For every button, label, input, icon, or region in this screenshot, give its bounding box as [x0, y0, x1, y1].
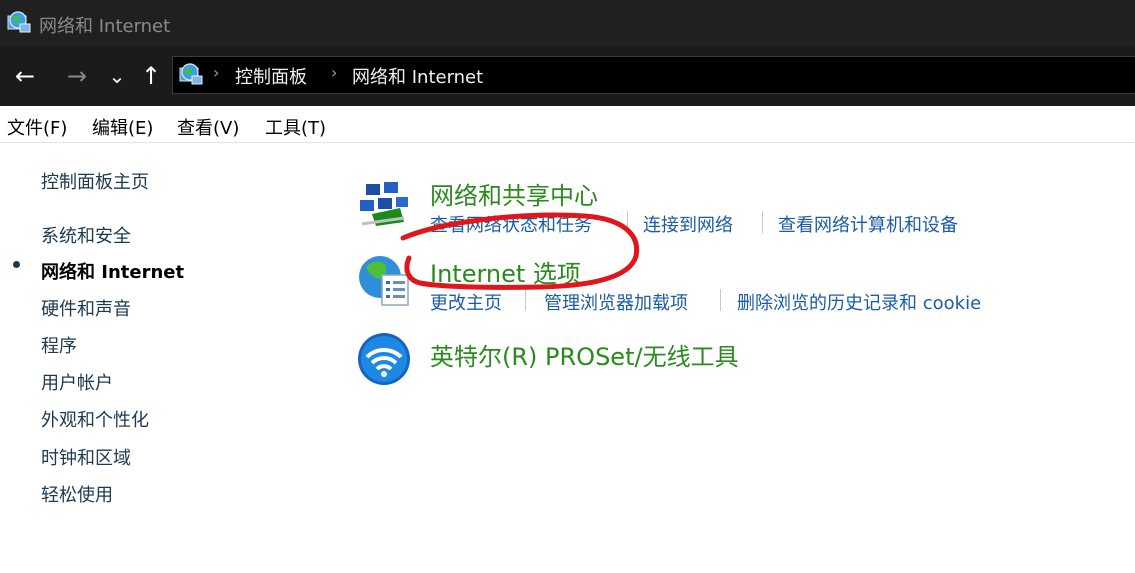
category-links-internet-options: 更改主页 管理浏览器加载项 删除浏览的历史记录和 cookie	[430, 289, 1130, 315]
active-bullet-icon	[13, 261, 20, 268]
breadcrumb-control-panel[interactable]: 控制面板	[235, 63, 307, 89]
sidebar-item-system-security[interactable]: 系统和安全	[41, 222, 131, 248]
sidebar-item-clock-region[interactable]: 时钟和区域	[41, 444, 131, 470]
window-title: 网络和 Internet	[39, 16, 171, 37]
link-divider	[720, 289, 721, 311]
breadcrumb-network-internet[interactable]: 网络和 Internet	[352, 63, 483, 89]
link-delete-browsing-history[interactable]: 删除浏览的历史记录和 cookie	[737, 289, 981, 315]
category-links-network-sharing: 查看网络状态和任务 连接到网络 查看网络计算机和设备	[430, 211, 1130, 237]
sidebar-item-control-panel-home[interactable]: 控制面板主页	[41, 168, 149, 194]
link-view-network-computers[interactable]: 查看网络计算机和设备	[778, 211, 958, 237]
link-divider	[627, 211, 628, 233]
back-arrow-icon[interactable]: ←	[10, 61, 40, 91]
menu-view[interactable]: 查看(V)	[177, 114, 239, 140]
address-bar[interactable]: › 控制面板 › 网络和 Internet	[172, 56, 1135, 94]
sidebar-item-programs[interactable]: 程序	[41, 332, 77, 358]
category-title-network-sharing[interactable]: 网络和共享中心	[430, 176, 598, 211]
link-divider	[762, 211, 763, 233]
title-bar: 网络和 Internet	[0, 0, 1135, 47]
link-manage-addons[interactable]: 管理浏览器加载项	[544, 289, 688, 315]
forward-arrow-icon[interactable]: →	[62, 61, 92, 91]
breadcrumb-separator-icon[interactable]: ›	[331, 63, 337, 82]
sidebar-item-appearance[interactable]: 外观和个性化	[41, 406, 149, 432]
menu-tools[interactable]: 工具(T)	[265, 114, 326, 140]
sidebar-item-hardware-sound[interactable]: 硬件和声音	[41, 295, 131, 321]
up-arrow-icon[interactable]: ↑	[136, 61, 166, 91]
main-content: 网络和共享中心 查看网络状态和任务 连接到网络 查看网络计算机和设备 Inter…	[340, 142, 1135, 573]
navigation-bar: ← → ⌄ ↑ › 控制面板 › 网络和 Internet	[0, 47, 1135, 106]
menu-edit[interactable]: 编辑(E)	[92, 114, 153, 140]
menu-file[interactable]: 文件(F)	[7, 114, 67, 140]
sidebar-item-network-internet[interactable]: 网络和 Internet	[41, 258, 184, 284]
category-title-intel-proset[interactable]: 英特尔(R) PROSet/无线工具	[430, 337, 739, 372]
sidebar-item-user-accounts[interactable]: 用户帐户	[41, 369, 113, 395]
internet-options-icon	[359, 256, 409, 306]
link-view-network-status[interactable]: 查看网络状态和任务	[430, 211, 592, 237]
link-connect-network[interactable]: 连接到网络	[643, 211, 733, 237]
link-change-homepage[interactable]: 更改主页	[430, 289, 502, 315]
link-divider	[525, 289, 526, 311]
menu-bar: 文件(F) 编辑(E) 查看(V) 工具(T)	[0, 106, 1135, 143]
network-sharing-center-icon	[360, 182, 408, 226]
wireless-icon	[358, 333, 410, 385]
breadcrumb-separator-icon[interactable]: ›	[213, 63, 219, 82]
network-globe-icon	[179, 63, 203, 85]
sidebar: 控制面板主页 系统和安全 网络和 Internet 硬件和声音 程序 用户帐户 …	[0, 142, 330, 573]
category-title-internet-options[interactable]: Internet 选项	[430, 254, 581, 289]
sidebar-item-ease-of-access[interactable]: 轻松使用	[41, 481, 113, 507]
recent-locations-chevron-icon[interactable]: ⌄	[102, 61, 132, 91]
network-globe-icon	[7, 11, 31, 33]
